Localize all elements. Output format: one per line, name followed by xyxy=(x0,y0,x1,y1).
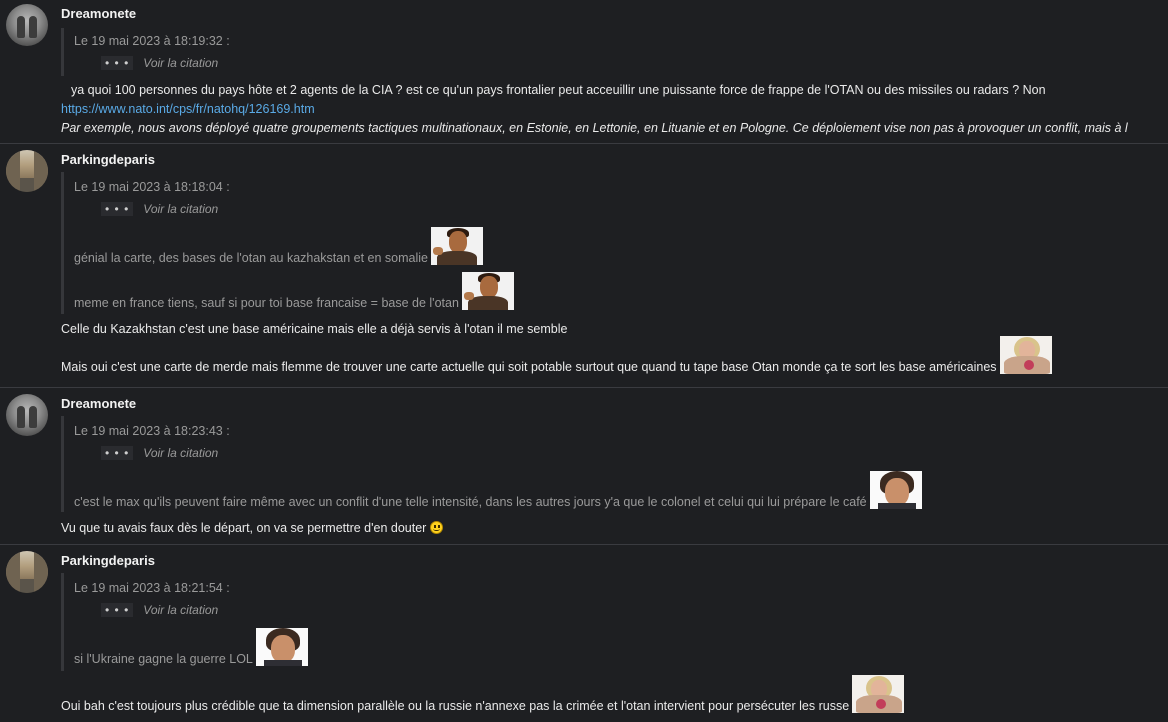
quote-line: c'est le max qu'ils peuvent faire même a… xyxy=(74,495,867,509)
view-quote-toggle[interactable]: • • • Voir la citation xyxy=(101,446,218,460)
quote-line: si l'Ukraine gagne la guerre LOL xyxy=(74,652,253,666)
username[interactable]: Dreamonete xyxy=(61,396,136,411)
quote-date: Le 19 mai 2023 à 18:18:04 : xyxy=(74,180,230,194)
quote-block: Le 19 mai 2023 à 18:19:32 : • • • Voir l… xyxy=(61,28,230,76)
quote-block: Le 19 mai 2023 à 18:21:54 : • • • Voir l… xyxy=(61,573,308,671)
quote-text: génial la carte, des bases de l'otan au … xyxy=(74,227,483,265)
smiley-icon xyxy=(430,521,444,534)
sticker-blonde-person xyxy=(999,336,1052,374)
quote-block: Le 19 mai 2023 à 18:18:04 : • • • Voir l… xyxy=(61,172,514,314)
view-quote-label[interactable]: Voir la citation xyxy=(143,446,218,460)
view-quote-label[interactable]: Voir la citation xyxy=(143,603,218,617)
avatar[interactable] xyxy=(6,4,48,46)
post-4: Parkingdeparis Le 19 mai 2023 à 18:21:54… xyxy=(0,547,1168,722)
post-2: Parkingdeparis Le 19 mai 2023 à 18:18:04… xyxy=(0,146,1168,386)
quote-text: si l'Ukraine gagne la guerre LOL xyxy=(74,628,308,666)
post-text: ya quoi 100 personnes du pays hôte et 2 … xyxy=(71,83,1046,97)
quote-line: génial la carte, des bases de l'otan au … xyxy=(74,251,428,265)
username[interactable]: Dreamonete xyxy=(61,6,136,21)
post-text: Oui bah c'est toujours plus crédible que… xyxy=(61,675,905,713)
post-line: Mais oui c'est une carte de merde mais f… xyxy=(61,360,997,374)
quote-block: Le 19 mai 2023 à 18:23:43 : • • • Voir l… xyxy=(61,416,922,512)
view-quote-toggle[interactable]: • • • Voir la citation xyxy=(101,603,218,617)
quote-text: c'est le max qu'ils peuvent faire même a… xyxy=(74,471,922,509)
post-divider xyxy=(0,387,1168,388)
sticker-dark-hair-man xyxy=(255,628,308,666)
more-dots-icon[interactable]: • • • xyxy=(101,56,134,70)
post-line: Oui bah c'est toujours plus crédible que… xyxy=(61,699,850,713)
view-quote-label[interactable]: Voir la citation xyxy=(143,202,218,216)
quote-date: Le 19 mai 2023 à 18:23:43 : xyxy=(74,424,230,438)
sticker-blonde-person xyxy=(852,675,905,713)
post-text: Vu que tu avais faux dès le départ, on v… xyxy=(61,521,444,535)
link[interactable]: https://www.nato.int/cps/fr/natohq/12616… xyxy=(61,102,315,116)
more-dots-icon[interactable]: • • • xyxy=(101,202,134,216)
view-quote-label[interactable]: Voir la citation xyxy=(143,56,218,70)
more-dots-icon[interactable]: • • • xyxy=(101,446,134,460)
post-1: Dreamonete Le 19 mai 2023 à 18:19:32 : •… xyxy=(0,0,1168,143)
username[interactable]: Parkingdeparis xyxy=(61,152,155,167)
avatar[interactable] xyxy=(6,551,48,593)
quote-line: meme en france tiens, sauf si pour toi b… xyxy=(74,296,459,310)
post-divider xyxy=(0,544,1168,545)
avatar[interactable] xyxy=(6,394,48,436)
quote-text: meme en france tiens, sauf si pour toi b… xyxy=(74,272,514,310)
username[interactable]: Parkingdeparis xyxy=(61,553,155,568)
view-quote-toggle[interactable]: • • • Voir la citation xyxy=(101,202,218,216)
quoted-excerpt: Par exemple, nous avons déployé quatre g… xyxy=(61,121,1128,135)
sticker-mustache-man xyxy=(431,227,483,265)
post-divider xyxy=(0,143,1168,144)
post-3: Dreamonete Le 19 mai 2023 à 18:23:43 : •… xyxy=(0,390,1168,544)
avatar[interactable] xyxy=(6,150,48,192)
quote-date: Le 19 mai 2023 à 18:19:32 : xyxy=(74,34,230,48)
more-dots-icon[interactable]: • • • xyxy=(101,603,134,617)
quote-date: Le 19 mai 2023 à 18:21:54 : xyxy=(74,581,230,595)
post-text: Celle du Kazakhstan c'est une base améri… xyxy=(61,322,568,336)
post-text: Mais oui c'est une carte de merde mais f… xyxy=(61,336,1052,374)
sticker-dark-hair-man xyxy=(869,471,922,509)
view-quote-toggle[interactable]: • • • Voir la citation xyxy=(101,56,218,70)
sticker-mustache-man xyxy=(461,272,514,310)
post-line: Vu que tu avais faux dès le départ, on v… xyxy=(61,521,427,535)
